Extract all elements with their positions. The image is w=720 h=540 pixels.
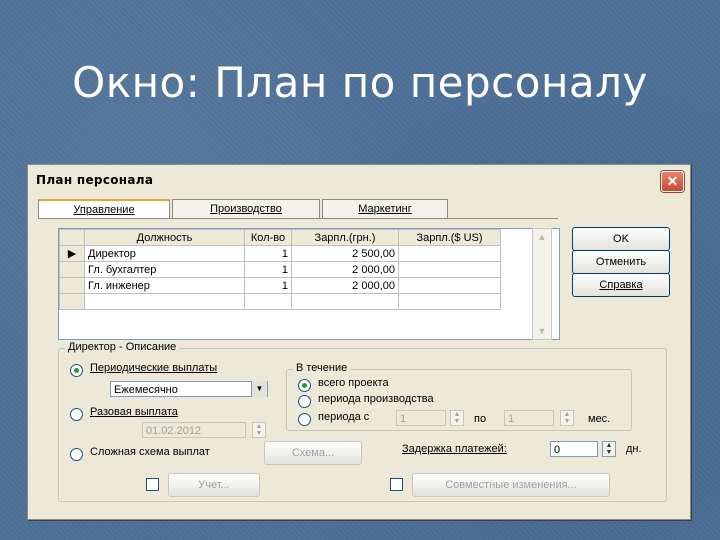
periodic-payments-radio[interactable] — [70, 364, 83, 377]
table-row[interactable]: ▶ Директор 1 2 500,00 — [59, 245, 501, 262]
cell-qty[interactable]: 1 — [244, 261, 292, 278]
period-from-spinner[interactable]: ▲ ▼ — [450, 410, 464, 426]
cell-salary-uah[interactable]: 2 000,00 — [291, 277, 399, 294]
table-row[interactable]: Гл. бухгалтер 1 2 000,00 — [59, 261, 501, 278]
row-selector — [59, 293, 85, 310]
staff-grid[interactable]: Должность Кол-во Зарпл.(грн.) Зарпл.($ U… — [58, 228, 560, 340]
cell-qty[interactable]: 1 — [244, 245, 292, 262]
grid-header-row: Должность Кол-во Зарпл.(грн.) Зарпл.($ U… — [59, 229, 501, 246]
period-to-field[interactable]: 1 — [504, 410, 554, 426]
production-period-label: периода производства — [318, 393, 434, 405]
days-label: дн. — [626, 443, 642, 455]
payment-delay-field[interactable]: 0 — [550, 441, 598, 457]
chevron-down-icon[interactable]: ▼ — [251, 381, 267, 397]
staff-plan-window: План персонала ✕ Управление Производство… — [27, 164, 691, 520]
whole-project-label: всего проекта — [318, 377, 389, 389]
window-titlebar[interactable]: План персонала ✕ — [28, 165, 690, 193]
joint-changes-checkbox[interactable] — [390, 478, 403, 491]
onetime-date-spinner[interactable]: ▲ ▼ — [252, 422, 266, 438]
row-selector — [59, 261, 85, 278]
cell-position[interactable]: Гл. бухгалтер — [84, 261, 245, 278]
help-button[interactable]: Справка — [572, 273, 670, 297]
tab-production[interactable]: Производство — [172, 199, 320, 218]
cell-position[interactable]: Директор — [84, 245, 245, 262]
payment-delay-spinner[interactable]: ▲ ▼ — [602, 441, 616, 457]
months-label: мес. — [588, 413, 611, 425]
cell-salary-uah[interactable]: 2 500,00 — [291, 245, 399, 262]
scheme-button[interactable]: Схема... — [264, 441, 362, 465]
period-from-label: периода с — [318, 411, 370, 423]
cell-position[interactable]: Гл. инженер — [84, 277, 245, 294]
during-group-label: В течение — [293, 362, 351, 374]
onetime-date-field[interactable]: 01.02.2012 — [142, 422, 246, 438]
slide-title: Окно: План по персоналу — [72, 58, 648, 107]
table-row[interactable]: Гл. инженер 1 2 000,00 — [59, 277, 501, 294]
ok-button[interactable]: OK — [572, 227, 670, 251]
period-from-field[interactable]: 1 — [396, 410, 446, 426]
complex-scheme-radio[interactable] — [70, 448, 83, 461]
cell-salary-usd[interactable] — [398, 277, 501, 294]
description-group-label: Директор - Описание — [65, 341, 180, 353]
periodicity-value: Ежемесячно — [114, 384, 178, 396]
production-period-radio[interactable] — [298, 395, 311, 408]
onetime-payment-label: Разовая выплата — [90, 406, 178, 418]
column-header-salary-usd[interactable]: Зарпл.($ US) — [398, 229, 501, 246]
tab-management[interactable]: Управление — [38, 199, 170, 219]
close-icon[interactable]: ✕ — [661, 171, 684, 192]
column-header-qty[interactable]: Кол-во — [244, 229, 292, 246]
periodicity-select[interactable]: Ежемесячно ▼ — [110, 381, 268, 397]
cell-salary-usd[interactable] — [398, 261, 501, 278]
cell-salary-usd[interactable] — [398, 245, 501, 262]
current-row-indicator-icon: ▶ — [59, 245, 85, 262]
window-title: План персонала — [36, 173, 154, 187]
table-row[interactable] — [59, 293, 501, 310]
scroll-down-icon[interactable]: ▼ — [533, 323, 551, 339]
period-from-radio[interactable] — [298, 413, 311, 426]
whole-project-radio[interactable] — [298, 379, 311, 392]
cell-salary-uah[interactable]: 2 000,00 — [291, 261, 399, 278]
scroll-up-icon[interactable]: ▲ — [533, 229, 551, 245]
grid-scrollbar[interactable]: ▲ ▼ — [532, 228, 552, 340]
complex-scheme-label: Сложная схема выплат — [90, 446, 210, 458]
joint-changes-button[interactable]: Совместные изменения... — [412, 473, 610, 497]
column-header-position[interactable]: Должность — [84, 229, 245, 246]
onetime-payment-radio[interactable] — [70, 408, 83, 421]
period-to-label: по — [474, 413, 487, 425]
account-button[interactable]: Учет... — [168, 473, 260, 497]
row-selector — [59, 277, 85, 294]
column-header-salary-uah[interactable]: Зарпл.(грн.) — [291, 229, 399, 246]
period-to-spinner[interactable]: ▲ ▼ — [560, 410, 574, 426]
cancel-button[interactable]: Отменить — [572, 250, 670, 274]
account-checkbox[interactable] — [146, 478, 159, 491]
payment-delay-label: Задержка платежей: — [402, 443, 507, 455]
tab-marketing[interactable]: Маркетинг — [322, 199, 448, 218]
grid-corner — [59, 229, 85, 246]
periodic-payments-label: Периодические выплаты — [90, 362, 218, 374]
cell-qty[interactable]: 1 — [244, 277, 292, 294]
